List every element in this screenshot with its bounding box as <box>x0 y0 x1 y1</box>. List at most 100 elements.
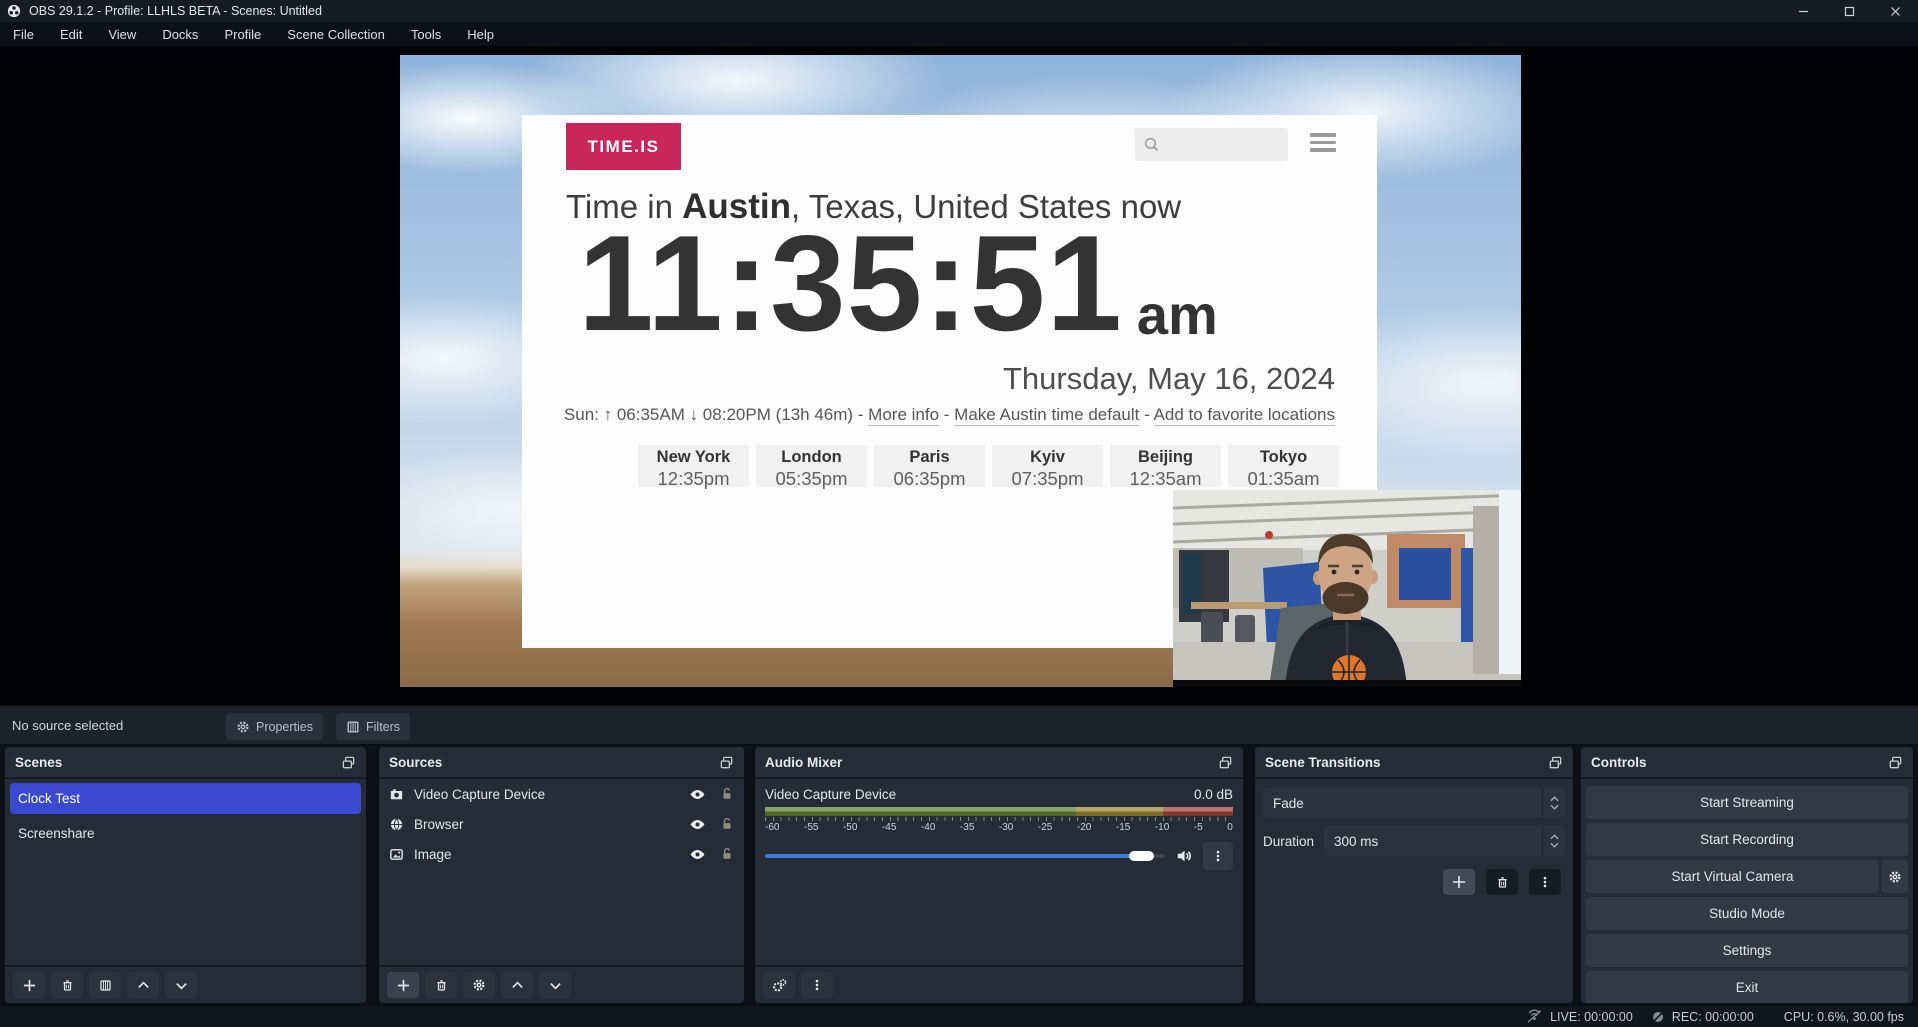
mixer-volume-db: 0.0 dB <box>1194 787 1233 802</box>
add-source-button[interactable] <box>387 972 419 998</box>
spinner-arrows-icon[interactable] <box>1542 826 1565 856</box>
menu-view[interactable]: View <box>95 22 149 46</box>
advanced-audio-properties-button[interactable] <box>763 972 795 998</box>
timeis-logo: TIME.IS <box>566 123 681 170</box>
lock-icon[interactable] <box>720 817 734 831</box>
move-scene-up-button[interactable] <box>127 972 159 998</box>
sources-toolbar <box>379 965 744 1003</box>
rec-time-label: REC: 00:00:00 <box>1672 1010 1754 1024</box>
sun-info: Sun: ↑ 06:35AM ↓ 08:20PM (13h 46m) <box>564 405 853 424</box>
globe-icon <box>389 817 404 832</box>
mixer-channel-name: Video Capture Device <box>765 787 896 802</box>
gear-icon <box>236 720 250 734</box>
visibility-eye-icon[interactable] <box>689 816 706 833</box>
page-date: Thursday, May 16, 2024 <box>1003 361 1335 397</box>
preview-canvas[interactable]: TIME.IS Time in Austin, Texas, United St… <box>0 46 1918 705</box>
properties-button[interactable]: Properties <box>226 713 323 740</box>
popout-icon[interactable] <box>1548 755 1563 770</box>
scene-transitions-panel: Scene Transitions Fade Duration 300 ms <box>1255 747 1573 1003</box>
studio-mode-button[interactable]: Studio Mode <box>1586 897 1908 930</box>
scene-item-screenshare[interactable]: Screenshare <box>10 818 361 849</box>
audio-mixer-panel: Audio Mixer Video Capture Device 0.0 dB … <box>755 747 1243 1003</box>
move-source-down-button[interactable] <box>539 972 571 998</box>
mixer-channel-menu-button[interactable] <box>1203 842 1233 870</box>
visibility-eye-icon[interactable] <box>689 846 706 863</box>
menu-tools[interactable]: Tools <box>398 22 454 46</box>
visibility-eye-icon[interactable] <box>689 786 706 803</box>
dock-area: Scenes Clock Test Screenshare Sources <box>0 745 1918 1005</box>
add-scene-button[interactable] <box>13 972 45 998</box>
minimize-button[interactable] <box>1780 0 1826 22</box>
stream-inactive-icon <box>1526 1009 1543 1024</box>
scene-filters-button[interactable] <box>89 972 121 998</box>
transition-select[interactable]: Fade <box>1263 788 1565 818</box>
source-item-browser[interactable]: Browser <box>379 809 744 839</box>
clock-ampm: am <box>1137 287 1218 343</box>
menu-file[interactable]: File <box>0 22 47 46</box>
obs-window: OBS 29.1.2 - Profile: LLHLS BETA - Scene… <box>0 0 1918 1027</box>
window-title: OBS 29.1.2 - Profile: LLHLS BETA - Scene… <box>29 4 322 18</box>
menu-docks[interactable]: Docks <box>149 22 211 46</box>
city-cell: Tokyo01:35am <box>1228 445 1339 487</box>
transition-properties-button[interactable] <box>1529 869 1561 895</box>
speaker-icon[interactable] <box>1175 847 1193 865</box>
sources-header[interactable]: Sources <box>379 747 744 779</box>
source-item-video-capture[interactable]: Video Capture Device <box>379 779 744 809</box>
sources-panel: Sources Video Capture Device Browser <box>379 747 744 1003</box>
exit-button[interactable]: Exit <box>1586 971 1908 1003</box>
maximize-button[interactable] <box>1826 0 1872 22</box>
scenes-header[interactable]: Scenes <box>5 747 366 779</box>
virtual-camera-settings-button[interactable] <box>1882 860 1908 893</box>
city-cell: Kyiv07:35pm <box>992 445 1103 487</box>
city-cell: Paris06:35pm <box>874 445 985 487</box>
chevron-up-down-icon[interactable] <box>1542 788 1565 818</box>
menu-edit[interactable]: Edit <box>47 22 95 46</box>
volume-slider-handle[interactable] <box>1129 851 1154 861</box>
title-bar[interactable]: OBS 29.1.2 - Profile: LLHLS BETA - Scene… <box>0 0 1918 22</box>
duration-label: Duration <box>1263 834 1314 849</box>
hamburger-menu-icon <box>1310 133 1336 152</box>
filters-button[interactable]: Filters <box>336 713 410 740</box>
source-properties-button[interactable] <box>463 972 495 998</box>
more-info-link: More info <box>868 405 939 426</box>
menu-help[interactable]: Help <box>454 22 507 46</box>
settings-button[interactable]: Settings <box>1586 934 1908 967</box>
source-item-image[interactable]: Image <box>379 839 744 869</box>
remove-scene-button[interactable] <box>51 972 83 998</box>
lock-icon[interactable] <box>720 847 734 861</box>
start-virtual-camera-button[interactable]: Start Virtual Camera <box>1586 860 1879 893</box>
world-clock-row: New York12:35pm London05:35pm Paris06:35… <box>638 445 1339 487</box>
audio-mixer-header[interactable]: Audio Mixer <box>755 747 1243 779</box>
cpu-fps-label: CPU: 0.6%, 30.00 fps <box>1784 1010 1904 1024</box>
audio-mixer-toolbar <box>755 965 1243 1003</box>
program-video-frame[interactable]: TIME.IS Time in Austin, Texas, United St… <box>400 55 1521 687</box>
meter-tickmarks <box>765 817 1233 821</box>
add-transition-button[interactable] <box>1443 869 1475 895</box>
image-icon <box>389 847 404 862</box>
popout-icon[interactable] <box>1888 755 1903 770</box>
lock-icon[interactable] <box>720 787 734 801</box>
scene-transitions-header[interactable]: Scene Transitions <box>1255 747 1573 779</box>
move-scene-down-button[interactable] <box>165 972 197 998</box>
menu-scene-collection[interactable]: Scene Collection <box>274 22 398 46</box>
scenes-toolbar <box>5 965 366 1003</box>
remove-source-button[interactable] <box>425 972 457 998</box>
popout-icon[interactable] <box>719 755 734 770</box>
scene-item-clock-test[interactable]: Clock Test <box>10 783 361 814</box>
audio-mixer-menu-button[interactable] <box>801 972 833 998</box>
popout-icon[interactable] <box>1218 755 1233 770</box>
start-streaming-button[interactable]: Start Streaming <box>1586 786 1908 819</box>
close-button[interactable] <box>1872 0 1918 22</box>
move-source-up-button[interactable] <box>501 972 533 998</box>
controls-header[interactable]: Controls <box>1581 747 1913 779</box>
remove-transition-button[interactable] <box>1486 869 1518 895</box>
add-favorite-link: Add to favorite locations <box>1154 405 1335 426</box>
webcam-overlay[interactable] <box>1173 490 1521 687</box>
controls-panel: Controls Start Streaming Start Recording… <box>1581 747 1913 1003</box>
volume-slider[interactable] <box>765 851 1165 861</box>
duration-spinbox[interactable]: 300 ms <box>1324 826 1565 856</box>
popout-icon[interactable] <box>341 755 356 770</box>
start-recording-button[interactable]: Start Recording <box>1586 823 1908 856</box>
scene-transitions-title: Scene Transitions <box>1265 755 1381 770</box>
menu-profile[interactable]: Profile <box>211 22 274 46</box>
